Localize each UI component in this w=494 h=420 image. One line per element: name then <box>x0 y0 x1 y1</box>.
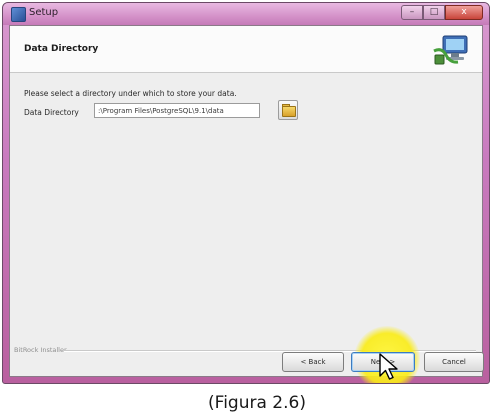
wizard-header: Data Directory <box>10 26 482 73</box>
installer-brand-label: BitRock Installer <box>14 346 67 354</box>
folder-icon <box>282 106 296 117</box>
figure-caption: (Figura 2.6) <box>208 393 306 413</box>
back-button[interactable]: < Back <box>282 352 344 372</box>
setup-window: Setup – □ x Data Directory Please select… <box>2 2 490 384</box>
window-titlebar[interactable]: Setup – □ x <box>3 3 489 25</box>
window-title: Setup <box>29 7 59 18</box>
close-button[interactable]: x <box>445 5 483 20</box>
minimize-button[interactable]: – <box>401 5 423 20</box>
data-directory-field[interactable] <box>94 103 260 118</box>
cancel-button[interactable]: Cancel <box>424 352 484 372</box>
next-button[interactable]: Next > <box>351 352 415 372</box>
maximize-button[interactable]: □ <box>423 5 445 20</box>
window-controls: – □ x <box>401 5 483 20</box>
computer-network-icon <box>433 35 468 65</box>
wizard-client-area: Data Directory Please select a directory… <box>9 25 484 383</box>
instruction-text: Please select a directory under which to… <box>24 89 237 98</box>
data-directory-label: Data Directory <box>24 108 79 117</box>
setup-app-icon <box>11 7 26 22</box>
footer-divider <box>64 350 476 352</box>
wizard-body: Please select a directory under which to… <box>10 73 482 323</box>
screenshot-stage: Setup – □ x Data Directory Please select… <box>0 0 494 420</box>
page-title: Data Directory <box>24 44 99 54</box>
browse-directory-button[interactable] <box>278 100 298 120</box>
